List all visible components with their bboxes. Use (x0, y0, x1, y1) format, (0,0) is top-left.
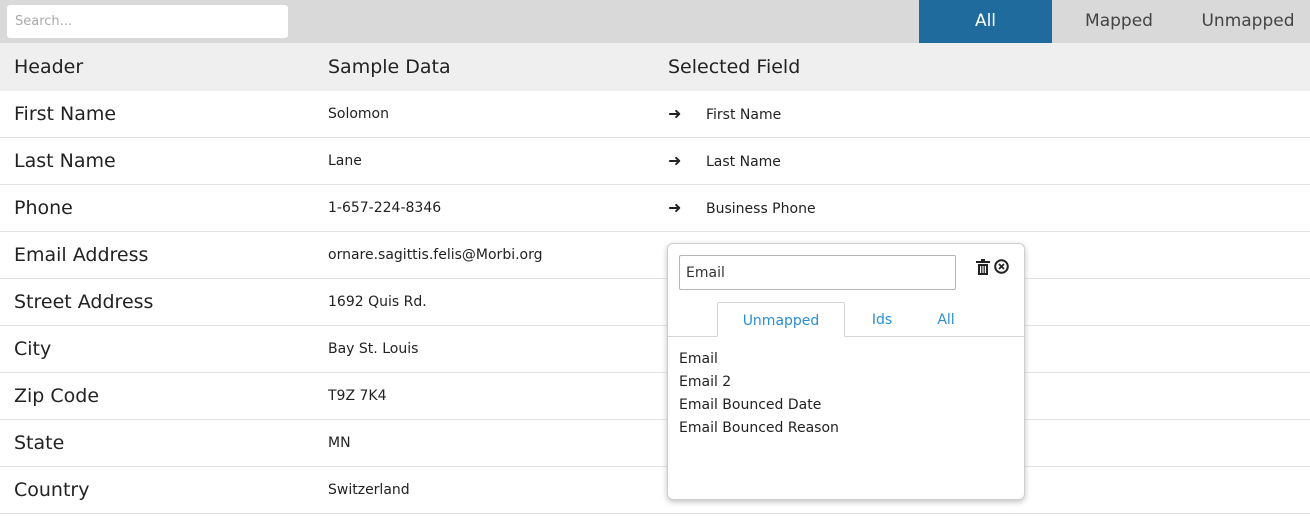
column-header-selected-field: Selected Field (668, 56, 801, 78)
field-option[interactable]: Email (679, 348, 839, 371)
row-selected-field[interactable]: ➜ Last Name (668, 138, 781, 185)
row-header: Zip Code (14, 385, 100, 407)
selected-field-label: First Name (706, 107, 782, 123)
table-row[interactable]: State MN (0, 420, 1310, 467)
row-sample-data: ornare.sagittis.felis@Morbi.org (328, 247, 543, 263)
filter-tab-unmapped[interactable]: Unmapped (1186, 0, 1310, 43)
row-header: First Name (14, 103, 117, 125)
arrow-right-icon: ➜ (668, 104, 682, 123)
table-row[interactable]: Zip Code T9Z 7K4 (0, 373, 1310, 420)
selected-field-label: Business Phone (706, 201, 816, 217)
close-circle-icon[interactable] (993, 259, 1009, 277)
arrow-right-icon: ➜ (668, 198, 682, 217)
field-option[interactable]: Email 2 (679, 371, 839, 394)
table-header: Header Sample Data Selected Field (0, 43, 1310, 91)
field-search-input[interactable] (679, 255, 956, 290)
filter-tab-all[interactable]: All (919, 0, 1052, 43)
row-header: Country (14, 479, 90, 501)
top-bar: All Mapped Unmapped (0, 0, 1310, 43)
row-sample-data: MN (328, 435, 351, 451)
filter-tab-mapped[interactable]: Mapped (1052, 0, 1186, 43)
field-option[interactable]: Email Bounced Reason (679, 417, 839, 440)
row-sample-data: Solomon (328, 106, 389, 122)
field-picker-tabs: Unmapped Ids All (668, 302, 1024, 337)
row-header: State (14, 432, 65, 454)
row-sample-data: Bay St. Louis (328, 341, 419, 357)
table-row[interactable]: Phone 1-657-224-8346 ➜ Business Phone (0, 185, 1310, 232)
table-row[interactable]: Email Address ornare.sagittis.felis@Morbi… (0, 232, 1310, 279)
row-header: Email Address (14, 244, 149, 266)
row-header: Street Address (14, 291, 154, 313)
trash-icon[interactable] (975, 259, 991, 277)
row-selected-field[interactable]: ➜ Business Phone (668, 185, 816, 232)
tab-all[interactable]: All (920, 302, 972, 336)
row-sample-data: 1-657-224-8346 (328, 200, 442, 216)
field-options-list: Email Email 2 Email Bounced Date Email Boun… (679, 348, 839, 440)
search-input[interactable] (7, 5, 288, 38)
row-selected-field[interactable]: ➜ First Name (668, 91, 781, 138)
table-row[interactable]: City Bay St. Louis (0, 326, 1310, 373)
arrow-right-icon: ➜ (668, 151, 682, 170)
selected-field-label: Last Name (706, 154, 781, 170)
table-row[interactable]: Last Name Lane ➜ Last Name (0, 138, 1310, 185)
table-row[interactable]: Street Address 1692 Quis Rd. (0, 279, 1310, 326)
row-header: Phone (14, 197, 73, 219)
row-sample-data: Switzerland (328, 482, 410, 498)
row-sample-data: Lane (328, 153, 362, 169)
row-header: Last Name (14, 150, 116, 172)
field-picker-popup: Unmapped Ids All EmailEmail 2Email Bounc… (667, 243, 1025, 500)
field-option[interactable]: Email Bounced Date (679, 394, 839, 417)
tab-ids[interactable]: Ids (855, 302, 909, 336)
tab-unmapped[interactable]: Unmapped (717, 302, 845, 337)
table-row[interactable]: Country Switzerland (0, 467, 1310, 514)
column-header-sample-data: Sample Data (328, 56, 451, 78)
row-sample-data: T9Z 7K4 (328, 388, 387, 404)
column-header-header: Header (14, 56, 84, 78)
row-sample-data: 1692 Quis Rd. (328, 294, 427, 310)
table-row[interactable]: First Name Solomon ➜ First Name (0, 91, 1310, 138)
row-header: City (14, 338, 52, 360)
